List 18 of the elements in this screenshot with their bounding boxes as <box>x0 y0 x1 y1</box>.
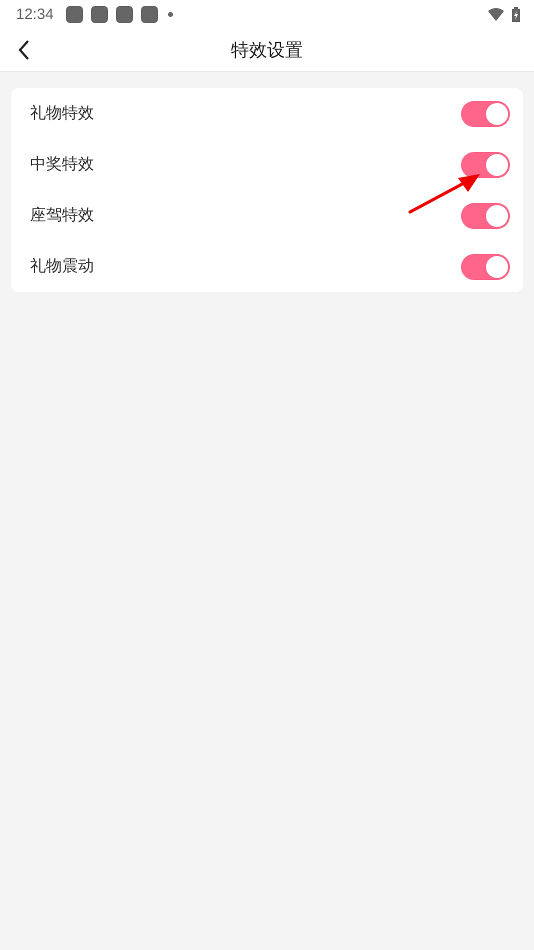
notification-icon <box>66 6 83 22</box>
more-notifications-icon <box>168 12 173 16</box>
toggle-switch[interactable] <box>461 100 510 126</box>
status-time: 12:34 <box>16 6 54 22</box>
setting-label: 礼物特效 <box>30 103 94 124</box>
toggle-switch[interactable] <box>461 152 510 178</box>
back-icon <box>18 40 30 60</box>
notification-icon <box>140 6 158 22</box>
toggle-switch[interactable] <box>461 202 510 228</box>
notification-icon <box>116 6 133 22</box>
setting-label: 座驾特效 <box>30 205 94 226</box>
page-title: 特效设置 <box>231 38 303 62</box>
setting-label: 礼物震动 <box>30 256 94 277</box>
battery-icon <box>512 6 520 22</box>
setting-label: 中奖特效 <box>30 154 94 175</box>
wifi-icon <box>488 8 504 20</box>
toggle-switch[interactable] <box>461 254 510 280</box>
notification-icon <box>90 6 108 22</box>
